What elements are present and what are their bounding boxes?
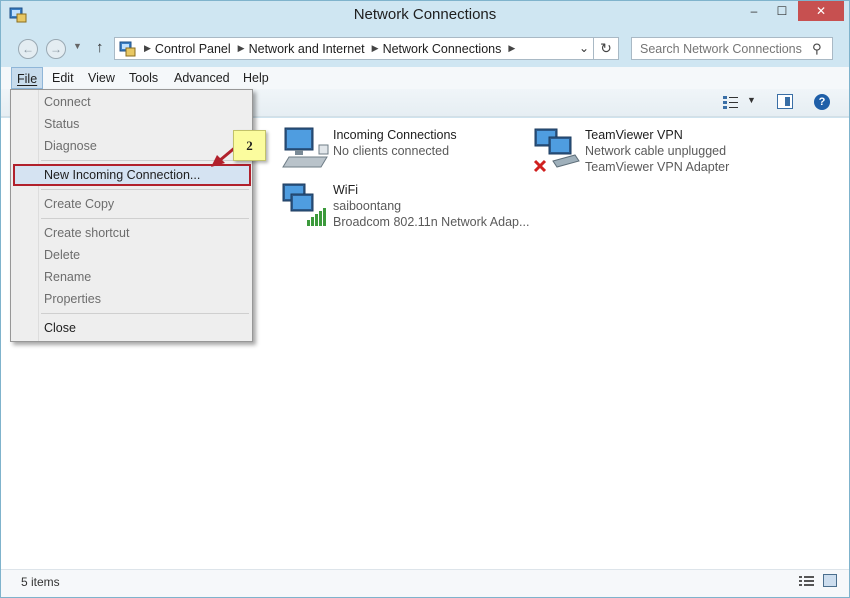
close-button[interactable]: ✕ (798, 1, 844, 21)
menu-item-status[interactable]: Status (44, 114, 79, 134)
maximize-button[interactable]: ☐ (769, 1, 795, 21)
menu-item-properties[interactable]: Properties (44, 289, 101, 309)
title-bar[interactable]: Network Connections – ☐ ✕ (1, 1, 849, 31)
list-item-incoming-connections[interactable]: Incoming Connections No clients connecte… (281, 127, 501, 173)
window-title: Network Connections (353, 6, 497, 23)
menu-file[interactable]: File (11, 67, 44, 89)
menu-item-delete[interactable]: Delete (44, 245, 80, 265)
menu-item-connect[interactable]: Connect (44, 92, 91, 112)
back-button[interactable]: ← (18, 39, 38, 59)
menu-separator (41, 313, 249, 314)
address-bar-row: ← → ▼ ↑ ▶ Control Panel ▶ Network and In… (1, 31, 849, 67)
menu-gutter (11, 90, 39, 341)
menu-separator (41, 218, 249, 219)
disconnected-network-adapter-icon (533, 128, 580, 173)
breadcrumb-separator-icon: ▶ (144, 43, 151, 53)
item-count: 5 items (21, 575, 60, 589)
breadcrumb-control-panel[interactable]: Control Panel (155, 42, 231, 56)
menu-item-diagnose[interactable]: Diagnose (44, 136, 97, 156)
breadcrumb-separator-icon[interactable]: ▶ (238, 43, 245, 54)
menu-view[interactable]: View (83, 67, 120, 89)
menu-item-close[interactable]: Close (44, 318, 76, 338)
menu-separator (41, 189, 249, 190)
view-options-chevron-icon[interactable]: ▼ (747, 95, 756, 105)
explorer-window: Network Connections – ☐ ✕ ← → ▼ ↑ ▶ Cont… (0, 0, 850, 598)
up-arrow-icon[interactable]: ↑ (96, 39, 104, 56)
menu-item-create-copy[interactable]: Create Copy (44, 194, 114, 214)
connection-name: WiFi (333, 183, 358, 197)
preview-pane-icon[interactable] (777, 94, 793, 109)
recent-locations-chevron-icon[interactable]: ▼ (73, 41, 82, 51)
address-box[interactable]: ▶ Control Panel ▶ Network and Internet ▶… (114, 37, 594, 60)
incoming-connection-computer-icon (282, 127, 329, 168)
forward-arrow-icon: → (50, 42, 62, 56)
breadcrumb-separator-icon[interactable]: ▶ (508, 43, 515, 54)
large-icons-view-icon[interactable] (823, 574, 837, 587)
list-item-wifi[interactable]: WiFi saiboontang Broadcom 802.11n Networ… (281, 182, 531, 232)
connection-status: Network cable unplugged (585, 144, 727, 158)
search-icon[interactable]: ⚲ (812, 41, 822, 57)
breadcrumb-network-and-internet[interactable]: Network and Internet (249, 42, 365, 56)
change-view-icon[interactable] (723, 95, 739, 109)
connection-network: saiboontang (333, 199, 402, 213)
file-menu-dropdown: Connect Status Diagnose New Incoming Con… (10, 89, 253, 342)
details-view-icon[interactable] (799, 575, 814, 587)
menu-tools[interactable]: Tools (124, 67, 163, 89)
wifi-network-icon (282, 183, 326, 226)
menu-edit[interactable]: Edit (47, 67, 79, 89)
breadcrumb-network-connections[interactable]: Network Connections (383, 42, 502, 56)
menu-item-create-shortcut[interactable]: Create shortcut (44, 223, 129, 243)
list-item-teamviewer-vpn[interactable]: TeamViewer VPN Network cable unplugged T… (533, 127, 753, 177)
address-dropdown-chevron-icon[interactable]: ⌄ (579, 41, 589, 55)
connection-name: Incoming Connections (333, 128, 457, 142)
forward-button[interactable]: → (46, 39, 66, 59)
status-bar: 5 items (1, 569, 849, 597)
minimize-button[interactable]: – (741, 1, 767, 21)
menu-item-new-incoming-connection[interactable]: New Incoming Connection... (44, 165, 200, 185)
connection-name: TeamViewer VPN (585, 128, 683, 142)
search-input[interactable] (631, 37, 833, 60)
menu-bar: File Edit View Tools Advanced Help (1, 67, 849, 89)
menu-item-rename[interactable]: Rename (44, 267, 91, 287)
refresh-icon: ↻ (600, 40, 612, 56)
connection-device: TeamViewer VPN Adapter (585, 160, 730, 174)
help-icon[interactable]: ? (814, 94, 830, 110)
back-arrow-icon: ← (22, 42, 34, 56)
connection-status: No clients connected (333, 144, 450, 158)
step-callout: 2 (233, 130, 266, 161)
connection-device: Broadcom 802.11n Network Adap... (333, 215, 530, 229)
menu-help[interactable]: Help (238, 67, 274, 89)
menu-advanced[interactable]: Advanced (169, 67, 235, 89)
control-panel-icon (119, 41, 136, 56)
breadcrumb-separator-icon[interactable]: ▶ (372, 43, 379, 54)
refresh-button[interactable]: ↻ (594, 37, 619, 60)
